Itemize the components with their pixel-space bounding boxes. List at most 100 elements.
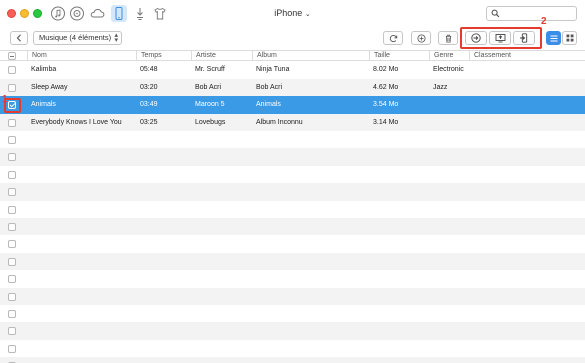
- itunes-library-icon[interactable]: [69, 5, 85, 22]
- cell-size: 3.14 Mo: [373, 118, 399, 126]
- app-window: iPhone ⌄ Musique (4 éléments) ▴ ▾ 2 Nom …: [0, 0, 585, 363]
- callout-number-1: 1: [2, 94, 8, 105]
- table-row[interactable]: Everybody Knows I Love You 03:25 Lovebugs A…: [0, 113, 585, 131]
- column-header-rating[interactable]: Classement: [469, 51, 511, 61]
- cell-time: 05:48: [140, 66, 158, 73]
- empty-row: [0, 217, 585, 236]
- column-header-name[interactable]: Nom: [27, 51, 47, 61]
- empty-row: [0, 235, 585, 253]
- row-checkbox: [8, 327, 16, 336]
- row-checkbox: [8, 170, 16, 179]
- music-table: Nom Temps Artiste Album Taille Genre Cla…: [0, 50, 585, 363]
- row-checkbox[interactable]: [8, 118, 16, 127]
- icloud-icon[interactable]: [89, 5, 105, 22]
- table-row[interactable]: Kalimba 05:48 Mr. Scruff Ninja Tuna 8.02 Mo E…: [0, 61, 585, 79]
- row-checkbox: [8, 275, 16, 284]
- updown-icon: ▴ ▾: [114, 32, 118, 44]
- cell-album: Ninja Tuna: [256, 66, 290, 73]
- cell-time: 03:49: [140, 101, 158, 108]
- search-box[interactable]: [486, 6, 577, 21]
- cell-time: 03:20: [140, 83, 158, 91]
- cell-album: Bob Acri: [256, 83, 283, 91]
- category-select[interactable]: Musique (4 éléments) ▴ ▾: [33, 31, 122, 45]
- cell-name: Animals: [31, 101, 56, 108]
- row-checkbox: [8, 309, 16, 318]
- zoom-window-button[interactable]: [33, 9, 42, 18]
- column-header-album[interactable]: Album: [252, 51, 277, 61]
- empty-row: [0, 200, 585, 218]
- empty-row: [0, 270, 585, 288]
- cell-genre: Jazz: [433, 83, 448, 91]
- chevron-down-icon: ⌄: [304, 11, 311, 18]
- tshirt-icon[interactable]: [152, 5, 168, 22]
- table-row[interactable]: Sleep Away 03:20 Bob Acri Bob Acri 4.62 Mo Ja…: [0, 78, 585, 96]
- device-name: iPhone: [274, 8, 303, 18]
- minimize-window-button[interactable]: [20, 9, 29, 18]
- refresh-icon: [389, 34, 397, 42]
- row-checkbox[interactable]: [8, 66, 16, 74]
- title-bar: iPhone ⌄: [0, 0, 585, 27]
- row-checkbox: [8, 257, 16, 266]
- table-row[interactable]: Animals 03:49 Maroon 5 Animals 3.54 Mo: [0, 96, 585, 114]
- table-empty-area: [0, 131, 585, 363]
- empty-row: [0, 357, 585, 363]
- column-header-size[interactable]: Taille: [369, 51, 390, 61]
- transfer-buttons-highlight: [460, 27, 542, 49]
- device-selector[interactable]: iPhone ⌄: [274, 8, 310, 18]
- row-checkbox: [8, 136, 16, 144]
- music-note-icon[interactable]: [50, 5, 66, 22]
- column-header-genre[interactable]: Genre: [429, 51, 453, 61]
- row-checkbox: [8, 222, 16, 231]
- cell-rating: [469, 96, 579, 113]
- delete-button[interactable]: [438, 31, 458, 45]
- table-body: Kalimba 05:48 Mr. Scruff Ninja Tuna 8.02 Mo E…: [0, 61, 585, 131]
- empty-row: [0, 287, 585, 305]
- cell-rating: [469, 114, 579, 131]
- close-window-button[interactable]: [7, 9, 16, 18]
- cell-size: 3.54 Mo: [373, 101, 399, 108]
- download-icon[interactable]: [132, 5, 148, 22]
- add-button[interactable]: [411, 31, 431, 45]
- row-checkbox: [8, 153, 16, 162]
- table-header: Nom Temps Artiste Album Taille Genre Cla…: [0, 50, 585, 61]
- chevron-left-icon: [16, 34, 21, 42]
- empty-row: [0, 183, 585, 201]
- cell-size: 4.62 Mo: [373, 83, 399, 91]
- empty-row: [0, 252, 585, 271]
- cell-genre: [429, 96, 469, 113]
- empty-row: [0, 148, 585, 166]
- row-checkbox: [8, 344, 16, 353]
- grid-view-button[interactable]: [562, 31, 577, 45]
- cell-rating: [469, 79, 579, 96]
- cell-time: 03:25: [140, 118, 158, 126]
- row-checkbox: [8, 205, 16, 214]
- empty-row: [0, 322, 585, 340]
- cell-genre: Electronic: [433, 66, 464, 73]
- callout-number-2: 2: [541, 16, 547, 27]
- cell-artist: Maroon 5: [195, 101, 225, 108]
- list-view-button[interactable]: [546, 31, 561, 45]
- iphone-icon[interactable]: [111, 5, 127, 22]
- cell-name: Sleep Away: [31, 83, 68, 91]
- empty-row: [0, 304, 585, 323]
- refresh-button[interactable]: [383, 31, 403, 45]
- cell-artist: Lovebugs: [195, 118, 226, 126]
- empty-row: [0, 131, 585, 149]
- cell-name: Kalimba: [31, 66, 57, 73]
- trash-icon: [445, 34, 451, 43]
- back-button[interactable]: [10, 31, 28, 45]
- select-all-checkbox[interactable]: [8, 52, 16, 60]
- row-checkbox: [8, 240, 16, 249]
- column-header-artist[interactable]: Artiste: [191, 51, 216, 61]
- cell-album: Album Inconnu: [256, 118, 303, 126]
- cell-rating: [469, 61, 579, 78]
- cell-genre: [429, 114, 469, 131]
- row-checkbox[interactable]: [8, 83, 16, 92]
- add-icon: [416, 33, 426, 43]
- column-header-time[interactable]: Temps: [136, 51, 162, 61]
- search-input[interactable]: [502, 8, 574, 19]
- cell-artist: Bob Acri: [195, 83, 222, 91]
- grid-view-icon: [566, 34, 573, 42]
- empty-row: [0, 165, 585, 184]
- search-icon: [491, 9, 500, 18]
